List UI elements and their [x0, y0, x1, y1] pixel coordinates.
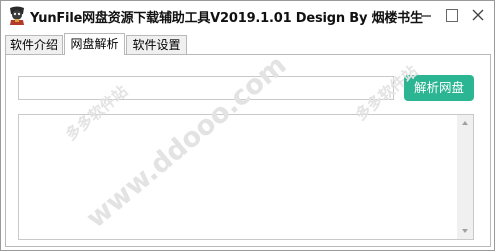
app-logo-icon: [10, 6, 24, 25]
url-input[interactable]: [18, 76, 394, 100]
maximize-icon[interactable]: [441, 5, 463, 27]
app-window: YunFile网盘资源下载辅助工具V2019.1.01 Design By 烟楼…: [0, 0, 495, 251]
minimize-icon[interactable]: [415, 5, 437, 27]
window-title: YunFile网盘资源下载辅助工具V2019.1.01 Design By 烟楼…: [30, 11, 423, 26]
netdisk-parse-panel: 解析网盘: [5, 54, 491, 247]
tab-software-settings[interactable]: 软件设置: [126, 35, 187, 54]
scroll-up-icon[interactable]: [457, 115, 473, 131]
tab-strip: 软件介绍 网盘解析 软件设置: [5, 33, 491, 55]
close-icon[interactable]: [467, 5, 489, 27]
output-scrollbar[interactable]: [457, 115, 473, 239]
output-box: [18, 114, 474, 240]
tab-software-intro[interactable]: 软件介绍: [5, 35, 63, 54]
parse-netdisk-button[interactable]: 解析网盘: [404, 75, 474, 101]
output-textarea[interactable]: [19, 115, 459, 239]
tab-netdisk-parse[interactable]: 网盘解析: [64, 33, 125, 55]
title-bar[interactable]: YunFile网盘资源下载辅助工具V2019.1.01 Design By 烟楼…: [1, 1, 494, 31]
scroll-down-icon[interactable]: [457, 223, 473, 239]
